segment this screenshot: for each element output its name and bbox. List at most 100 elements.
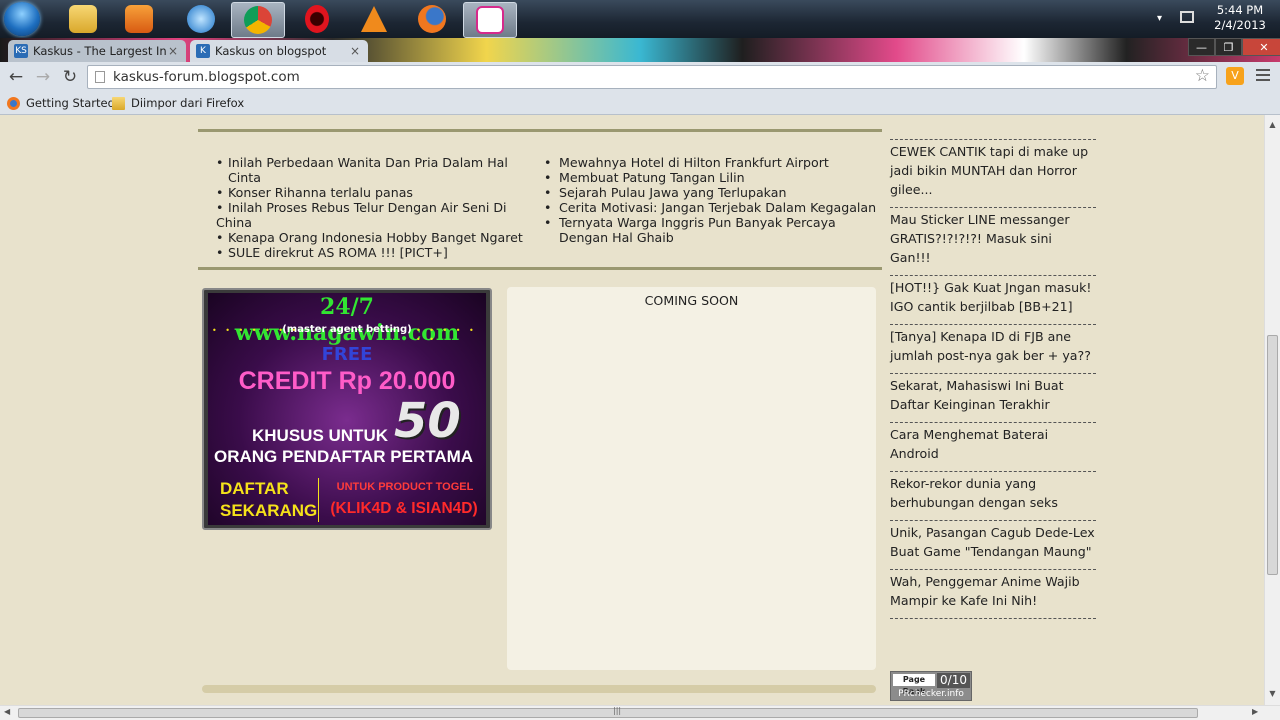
tab-close-icon[interactable]: × [348, 44, 362, 58]
nagawin-ad-banner[interactable]: 24/7 www.nagawin.com • • • • • • • (mast… [202, 288, 492, 530]
tab-kaskus-blogspot[interactable]: K Kaskus on blogspot × [190, 40, 368, 62]
taskbar-media-player[interactable] [112, 2, 166, 36]
list-item[interactable]: • Inilah Perbedaan Wanita Dan Pria Dalam … [216, 155, 538, 185]
bookmarks-bar: Getting Started Diimpor dari Firefox [0, 92, 1280, 115]
ad-free: FREE [321, 344, 373, 365]
taskbar-chrome[interactable] [231, 2, 285, 38]
bookmark-folder-imported[interactable]: Diimpor dari Firefox [112, 96, 244, 110]
bullet: • [216, 200, 224, 215]
ad-artwork: 24/7 www.nagawin.com • • • • • • • (mast… [208, 293, 486, 525]
coming-soon-panel: COMING SOON [507, 287, 876, 670]
ad-credit: CREDIT Rp 20.000 [238, 367, 456, 395]
taskbar-internet-explorer[interactable] [174, 2, 228, 36]
bullet: • [216, 245, 224, 260]
reload-button[interactable]: ↻ [60, 67, 80, 87]
sidebar-link[interactable]: Sekarat, Mahasiswi Ini Buat Daftar Keing… [890, 373, 1096, 422]
firefox-bookmark-icon [7, 96, 20, 110]
bookmark-getting-started[interactable]: Getting Started [7, 96, 115, 110]
list-item[interactable]: • Membuat Patung Tangan Lilin [544, 170, 878, 185]
tab-label: Kaskus on blogspot [215, 44, 327, 58]
link-text[interactable]: Ternyata Warga Inggris Pun Banyak Percay… [559, 215, 836, 245]
scroll-up-icon[interactable]: ▲ [1267, 118, 1278, 132]
address-bar[interactable]: kaskus-forum.blogspot.com ☆ [87, 65, 1217, 89]
list-item[interactable]: • Inilah Proses Rebus Telur Dengan Air Se… [216, 200, 538, 230]
footer-bar [202, 685, 876, 693]
list-item[interactable]: • SULE direkrut AS ROMA !!! [PICT+] [216, 245, 538, 260]
taskbar-explorer[interactable] [56, 2, 110, 36]
list-item[interactable]: • Mewahnya Hotel di Hilton Frankfurt Airp… [544, 155, 878, 170]
link-text[interactable]: Inilah Perbedaan Wanita Dan Pria Dalam H… [228, 155, 508, 185]
tab-strip: KS Kaskus - The Largest Indo × K Kaskus … [0, 38, 1280, 62]
ad-orang: ORANG PENDAFTAR PERTAMA [214, 447, 474, 466]
start-button[interactable] [4, 2, 40, 36]
taskbar-app-s[interactable] [463, 2, 517, 38]
kaskus-favicon: K [196, 44, 210, 58]
sidebar-link[interactable]: [HOT!!} Gak Kuat Jngan masuk! IGO cantik… [890, 275, 1096, 324]
link-text[interactable]: SULE direkrut AS ROMA !!! [PICT+] [228, 245, 448, 260]
horizontal-scrollbar[interactable]: ◀ ||| ▶ [0, 705, 1280, 720]
windows-taskbar: ▾ 5:44 PM 2/4/2013 [0, 0, 1280, 38]
chrome-menu-icon[interactable] [1256, 69, 1270, 84]
divider [890, 618, 1096, 620]
sidebar-link[interactable]: Cara Menghemat Baterai Android [890, 422, 1096, 471]
page-content: • Inilah Perbedaan Wanita Dan Pria Dalam … [0, 115, 1264, 705]
folder-icon [112, 96, 125, 110]
forward-button[interactable]: → [33, 67, 53, 87]
scroll-grip-icon: ||| [613, 706, 622, 715]
back-button[interactable]: ← [6, 67, 26, 87]
network-icon[interactable] [1180, 11, 1194, 23]
taskbar-opera[interactable] [290, 2, 344, 36]
url-text[interactable]: kaskus-forum.blogspot.com [113, 69, 300, 85]
pagerank-label: Page Rank [893, 674, 935, 696]
sidebar-link[interactable]: Rekor-rekor dunia yang berhubungan denga… [890, 471, 1096, 520]
bookmark-label: Getting Started [26, 96, 115, 110]
link-text[interactable]: Sejarah Pulau Jawa yang Terlupakan [559, 185, 786, 200]
link-text[interactable]: Mewahnya Hotel di Hilton Frankfurt Airpo… [559, 155, 829, 170]
horizontal-scroll-thumb[interactable]: ||| [18, 706, 1198, 718]
list-item[interactable]: • Cerita Motivasi: Jangan Terjebak Dalam … [544, 200, 878, 215]
scroll-right-icon[interactable]: ▶ [1252, 707, 1258, 716]
list-item[interactable]: • Konser Rihanna terlalu panas [216, 185, 538, 200]
pagerank-badge[interactable]: Page Rank 0/10 PRchecker.info [890, 671, 972, 701]
scroll-left-icon[interactable]: ◀ [4, 707, 10, 716]
sidebar-link[interactable]: Mau Sticker LINE messanger GRATIS?!?!?!?… [890, 207, 1096, 275]
folder-icon [69, 5, 97, 33]
sidebar-link[interactable]: [Tanya] Kenapa ID di FJB ane jumlah post… [890, 324, 1096, 373]
tab-kaskus[interactable]: KS Kaskus - The Largest Indo × [8, 40, 186, 62]
scroll-down-icon[interactable]: ▼ [1267, 687, 1278, 701]
taskbar-clock[interactable]: 5:44 PM 2/4/2013 [1205, 3, 1275, 33]
sidebar-link[interactable]: Unik, Pasangan Cagub Dede-Lex Buat Game … [890, 520, 1096, 569]
vertical-scrollbar[interactable]: ▲ ▼ [1264, 115, 1280, 705]
bullet: • [544, 155, 552, 170]
media-player-icon [125, 5, 153, 33]
firefox-icon [418, 5, 446, 33]
link-text[interactable]: Cerita Motivasi: Jangan Terjebak Dalam K… [559, 200, 876, 215]
link-text[interactable]: Konser Rihanna terlalu panas [228, 185, 413, 200]
ad-divider [318, 478, 319, 522]
sidebar-link[interactable]: CEWEK CANTIK tapi di make up jadi bikin … [890, 139, 1096, 207]
divider [198, 129, 882, 132]
link-text[interactable]: Inilah Proses Rebus Telur Dengan Air Sen… [216, 200, 507, 230]
sidebar-link[interactable]: Wah, Penggemar Anime Wajib Mampir ke Kaf… [890, 569, 1096, 618]
list-item[interactable]: • Kenapa Orang Indonesia Hobby Banget Nga… [216, 230, 538, 245]
minimize-button[interactable]: — [1188, 38, 1215, 56]
related-links-left: • Inilah Perbedaan Wanita Dan Pria Dalam … [216, 155, 538, 260]
ad-daftar-line2: SEKARANG [220, 501, 318, 520]
list-item[interactable]: • Ternyata Warga Inggris Pun Banyak Perca… [544, 215, 878, 245]
taskbar-vlc[interactable] [347, 2, 401, 36]
restore-button[interactable]: ❐ [1215, 38, 1242, 56]
list-item[interactable]: • Sejarah Pulau Jawa yang Terlupakan [544, 185, 878, 200]
extension-icon[interactable]: V [1226, 67, 1244, 85]
link-text[interactable]: Membuat Patung Tangan Lilin [559, 170, 745, 185]
ie-icon [187, 5, 215, 33]
taskbar-firefox[interactable] [405, 2, 459, 36]
window-controls: — ❐ ✕ [1188, 38, 1280, 56]
bullet: • [544, 215, 552, 230]
close-window-button[interactable]: ✕ [1242, 38, 1280, 56]
tray-expand-icon[interactable]: ▾ [1157, 13, 1162, 24]
tab-close-icon[interactable]: × [166, 44, 180, 58]
bookmark-star-icon[interactable]: ☆ [1195, 66, 1210, 86]
link-text[interactable]: Kenapa Orang Indonesia Hobby Banget Ngar… [228, 230, 523, 245]
vertical-scroll-thumb[interactable] [1267, 335, 1278, 575]
bullet: • [216, 230, 224, 245]
